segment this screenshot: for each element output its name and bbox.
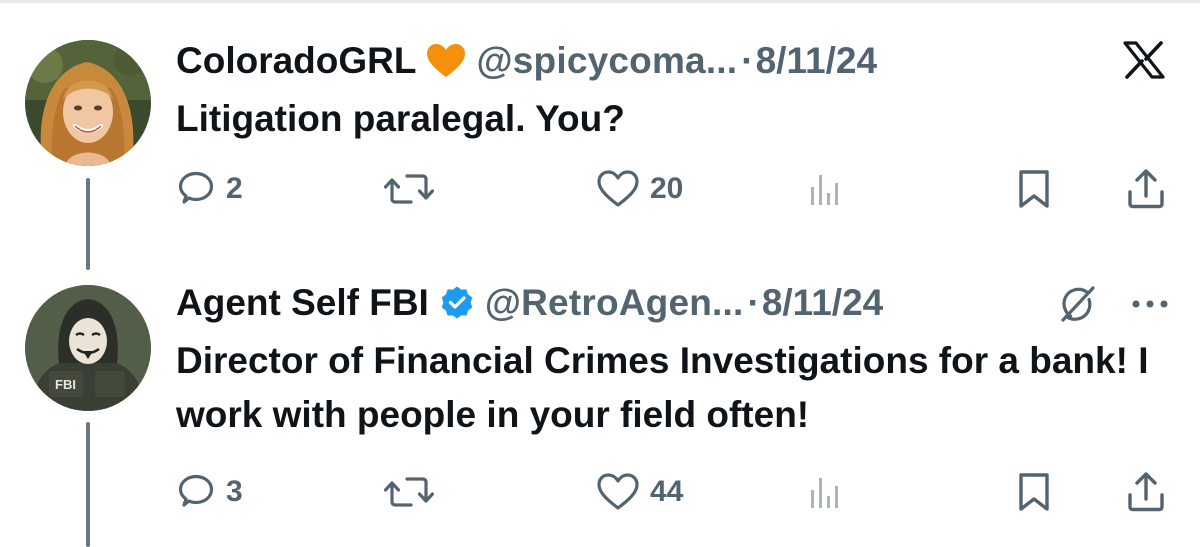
heart-icon bbox=[597, 170, 639, 207]
like-button[interactable]: 44 bbox=[596, 470, 683, 514]
masked-agent-avatar: FBI bbox=[25, 285, 151, 411]
tweet-text: Director of Financial Crimes Investigati… bbox=[176, 340, 1149, 435]
tweet-date[interactable]: 8/11/24 bbox=[756, 40, 877, 82]
bookmark-button[interactable] bbox=[1016, 167, 1052, 211]
woman-portrait-avatar bbox=[25, 40, 151, 166]
bookmark-icon bbox=[1019, 170, 1049, 208]
thread-line bbox=[86, 422, 90, 547]
tweet-text: Litigation paralegal. You? bbox=[176, 98, 625, 139]
verified-badge-icon bbox=[439, 285, 475, 321]
share-icon bbox=[1128, 169, 1164, 209]
reply-count: 3 bbox=[226, 475, 243, 508]
share-button[interactable] bbox=[1126, 470, 1166, 514]
more-options-icon[interactable] bbox=[1128, 292, 1172, 316]
heart-icon bbox=[597, 473, 639, 510]
avatar-fbi-label: FBI bbox=[55, 377, 76, 392]
reply-icon bbox=[178, 171, 214, 204]
reply-icon bbox=[178, 474, 214, 507]
retweet-button[interactable] bbox=[384, 470, 444, 514]
tweet-actions: 2 20 bbox=[176, 167, 1176, 211]
thread-line bbox=[86, 178, 90, 270]
share-icon bbox=[1128, 472, 1164, 512]
bookmark-button[interactable] bbox=[1016, 470, 1052, 514]
tweet-actions: 3 44 bbox=[176, 470, 1176, 514]
views-button[interactable] bbox=[808, 470, 842, 514]
orange-heart-icon bbox=[426, 43, 466, 79]
tweet-header: ColoradoGRL @spicycoma... · 8/11/24 bbox=[176, 33, 877, 89]
author-name[interactable]: ColoradoGRL bbox=[176, 40, 416, 82]
avatar[interactable] bbox=[25, 40, 151, 166]
top-divider bbox=[0, 0, 1200, 3]
reply-count: 2 bbox=[226, 172, 243, 205]
tweet-header: Agent Self FBI @RetroAgen... · 8/11/24 bbox=[176, 275, 883, 331]
author-name[interactable]: Agent Self FBI bbox=[176, 282, 429, 324]
author-handle[interactable]: @spicycoma... bbox=[476, 40, 737, 82]
avatar[interactable]: FBI bbox=[25, 285, 151, 411]
x-logo-icon[interactable] bbox=[1122, 40, 1166, 80]
views-button[interactable] bbox=[808, 167, 842, 211]
author-handle[interactable]: @RetroAgen... bbox=[485, 282, 744, 324]
reply-button[interactable]: 2 bbox=[176, 167, 243, 211]
retweet-icon bbox=[384, 477, 434, 507]
views-icon bbox=[811, 478, 838, 508]
share-button[interactable] bbox=[1126, 167, 1166, 211]
retweet-icon bbox=[384, 174, 434, 204]
retweet-button[interactable] bbox=[384, 167, 444, 211]
like-button[interactable]: 20 bbox=[596, 167, 683, 211]
separator-dot: · bbox=[741, 40, 754, 81]
bookmark-icon bbox=[1019, 473, 1049, 511]
like-count: 44 bbox=[650, 475, 684, 508]
reply-button[interactable]: 3 bbox=[176, 470, 243, 514]
tweet-date[interactable]: 8/11/24 bbox=[762, 282, 883, 324]
separator-dot: · bbox=[747, 282, 760, 323]
grok-icon[interactable] bbox=[1055, 284, 1099, 324]
like-count: 20 bbox=[650, 172, 684, 205]
views-icon bbox=[811, 175, 838, 205]
